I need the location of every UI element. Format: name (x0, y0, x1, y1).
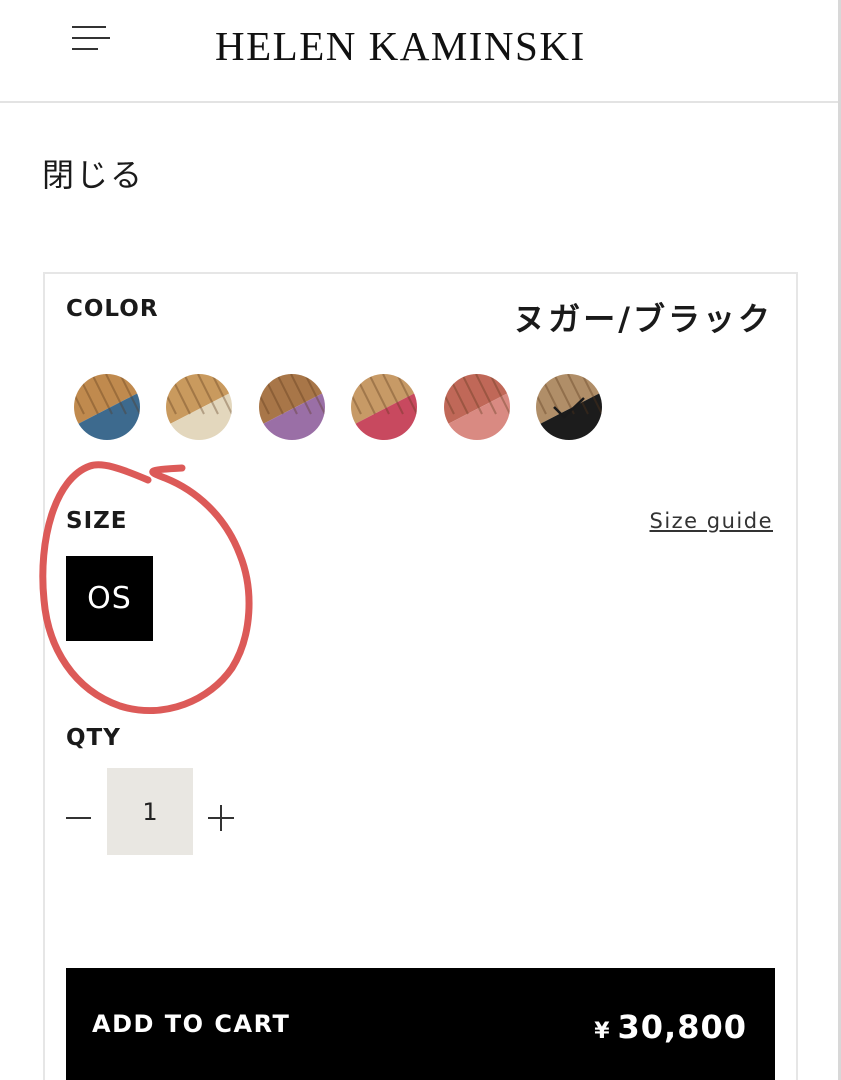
color-swatch[interactable] (536, 374, 602, 440)
swatch-raffia-blue-icon (74, 374, 140, 440)
quantity-input[interactable]: 1 (107, 768, 193, 855)
price-amount: 30,800 (617, 1008, 747, 1046)
color-swatch[interactable] (351, 374, 417, 440)
price: ¥30,800 (594, 1008, 747, 1046)
close-button[interactable]: 閉じる (42, 150, 144, 196)
currency-symbol: ¥ (594, 1019, 610, 1044)
swatch-raffia-raspberry-icon (351, 374, 417, 440)
color-swatch[interactable] (444, 374, 510, 440)
color-swatches (74, 374, 614, 440)
color-swatch[interactable] (259, 374, 325, 440)
minus-icon[interactable] (66, 802, 92, 832)
size-option-os[interactable]: OS (66, 556, 153, 641)
hamburger-menu-icon[interactable] (72, 24, 110, 54)
swatch-raffia-cream-icon (166, 374, 232, 440)
add-to-cart-button[interactable]: ADD TO CART ¥30,800 (66, 968, 775, 1080)
size-guide-link[interactable]: Size guide (649, 509, 773, 533)
site-header: HELEN KAMINSKI (0, 0, 841, 103)
color-swatch[interactable] (74, 374, 140, 440)
swatch-nougat-black-icon (536, 374, 602, 440)
qty-label: QTY (66, 725, 121, 751)
selected-color-name: ヌガー/ブラック (513, 300, 773, 338)
plus-icon[interactable] (208, 805, 234, 831)
swatch-raffia-coral-icon (444, 374, 510, 440)
color-label: COLOR (66, 296, 159, 322)
brand-logo[interactable]: HELEN KAMINSKI (215, 22, 586, 70)
swatch-raffia-purple-icon (259, 374, 325, 440)
add-to-cart-label: ADD TO CART (92, 1010, 291, 1038)
color-swatch[interactable] (166, 374, 232, 440)
size-label: SIZE (66, 508, 128, 534)
